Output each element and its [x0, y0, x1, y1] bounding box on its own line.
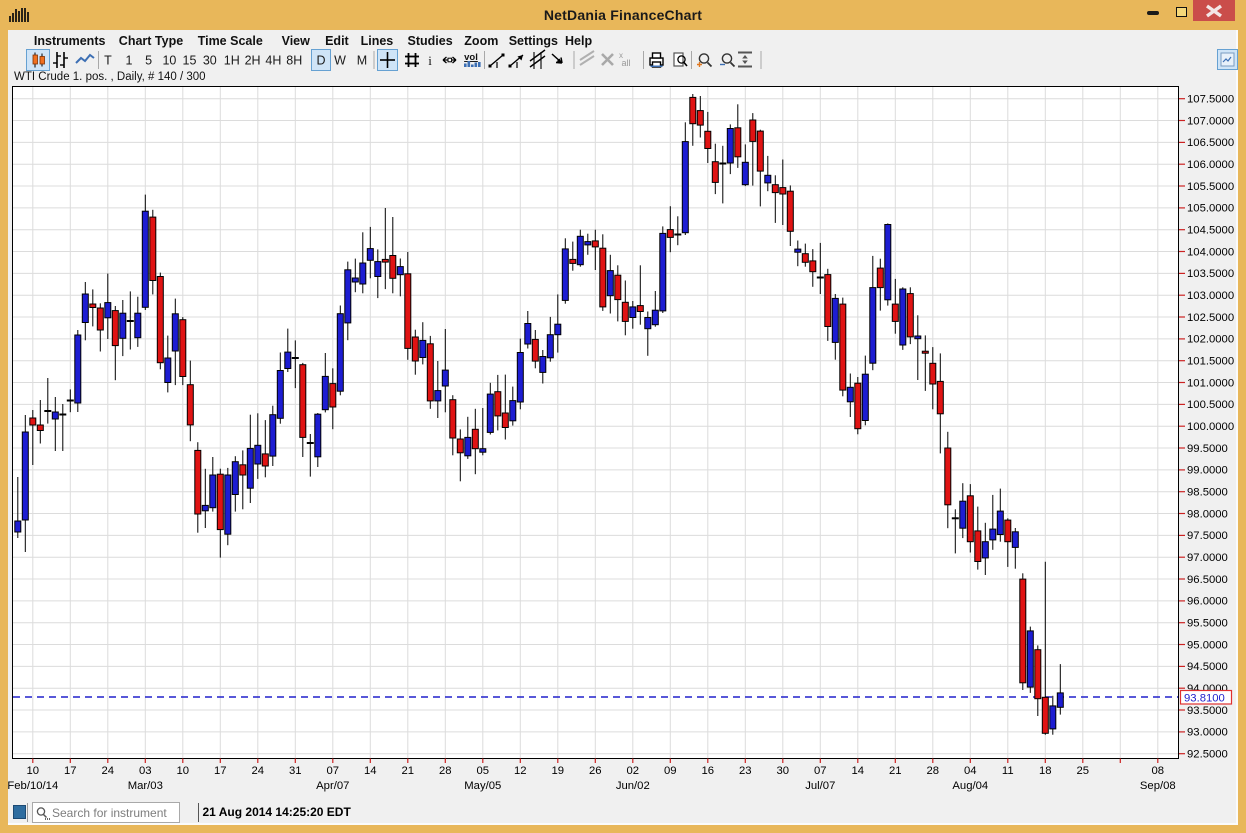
svg-text:95.5000: 95.5000: [1187, 618, 1228, 630]
svg-text:05: 05: [477, 765, 490, 777]
svg-text:Mar/03: Mar/03: [128, 780, 163, 792]
svg-text:02: 02: [627, 765, 640, 777]
svg-text:10: 10: [177, 765, 190, 777]
svg-text:104.5000: 104.5000: [1187, 225, 1234, 237]
svg-text:99.5000: 99.5000: [1187, 443, 1228, 455]
svg-text:105.0000: 105.0000: [1187, 203, 1234, 215]
svg-text:99.0000: 99.0000: [1187, 465, 1228, 477]
svg-text:31: 31: [289, 765, 302, 777]
svg-text:28: 28: [439, 765, 452, 777]
svg-text:102.0000: 102.0000: [1187, 334, 1234, 346]
svg-text:21: 21: [889, 765, 902, 777]
svg-text:03: 03: [139, 765, 152, 777]
svg-text:97.0000: 97.0000: [1187, 552, 1228, 564]
svg-text:28: 28: [927, 765, 940, 777]
svg-text:93.5000: 93.5000: [1187, 705, 1228, 717]
svg-text:18: 18: [1039, 765, 1052, 777]
svg-text:100.5000: 100.5000: [1187, 399, 1234, 411]
svg-text:93.8100: 93.8100: [1184, 692, 1225, 704]
svg-text:102.5000: 102.5000: [1187, 312, 1234, 324]
svg-text:16: 16: [702, 765, 715, 777]
svg-text:11: 11: [1002, 765, 1014, 777]
svg-text:30: 30: [777, 765, 790, 777]
svg-text:107.0000: 107.0000: [1187, 115, 1234, 127]
svg-text:96.5000: 96.5000: [1187, 574, 1228, 586]
svg-text:09: 09: [664, 765, 677, 777]
svg-text:Jun/02: Jun/02: [616, 780, 650, 792]
svg-text:103.5000: 103.5000: [1187, 268, 1234, 280]
svg-text:104.0000: 104.0000: [1187, 246, 1234, 258]
svg-text:Apr/07: Apr/07: [316, 780, 349, 792]
svg-text:92.5000: 92.5000: [1187, 749, 1228, 761]
svg-text:97.5000: 97.5000: [1187, 530, 1228, 542]
svg-text:12: 12: [514, 765, 527, 777]
svg-text:107.5000: 107.5000: [1187, 94, 1234, 106]
svg-text:98.0000: 98.0000: [1187, 508, 1228, 520]
svg-text:17: 17: [214, 765, 227, 777]
svg-text:10: 10: [27, 765, 40, 777]
svg-text:93.0000: 93.0000: [1187, 727, 1228, 739]
svg-text:106.5000: 106.5000: [1187, 137, 1234, 149]
svg-text:103.0000: 103.0000: [1187, 290, 1234, 302]
svg-text:14: 14: [852, 765, 865, 777]
svg-text:Sep/08: Sep/08: [1140, 780, 1176, 792]
svg-text:14: 14: [364, 765, 377, 777]
svg-text:26: 26: [589, 765, 602, 777]
svg-text:May/05: May/05: [464, 780, 501, 792]
svg-text:07: 07: [814, 765, 827, 777]
svg-text:96.0000: 96.0000: [1187, 596, 1228, 608]
svg-text:04: 04: [964, 765, 977, 777]
svg-text:25: 25: [1077, 765, 1090, 777]
svg-text:106.0000: 106.0000: [1187, 159, 1234, 171]
svg-text:17: 17: [64, 765, 77, 777]
svg-text:24: 24: [102, 765, 115, 777]
svg-text:Feb/10/14: Feb/10/14: [7, 780, 58, 792]
svg-text:95.0000: 95.0000: [1187, 639, 1228, 651]
svg-text:Jul/07: Jul/07: [805, 780, 835, 792]
svg-text:101.5000: 101.5000: [1187, 356, 1234, 368]
svg-text:19: 19: [552, 765, 565, 777]
svg-text:100.0000: 100.0000: [1187, 421, 1234, 433]
svg-text:08: 08: [1152, 765, 1165, 777]
svg-text:23: 23: [739, 765, 752, 777]
svg-text:24: 24: [252, 765, 265, 777]
svg-text:105.5000: 105.5000: [1187, 181, 1234, 193]
svg-text:21: 21: [402, 765, 415, 777]
svg-text:07: 07: [327, 765, 340, 777]
svg-text:Aug/04: Aug/04: [952, 780, 988, 792]
svg-text:94.5000: 94.5000: [1187, 661, 1228, 673]
svg-text:98.5000: 98.5000: [1187, 487, 1228, 499]
svg-text:101.0000: 101.0000: [1187, 377, 1234, 389]
